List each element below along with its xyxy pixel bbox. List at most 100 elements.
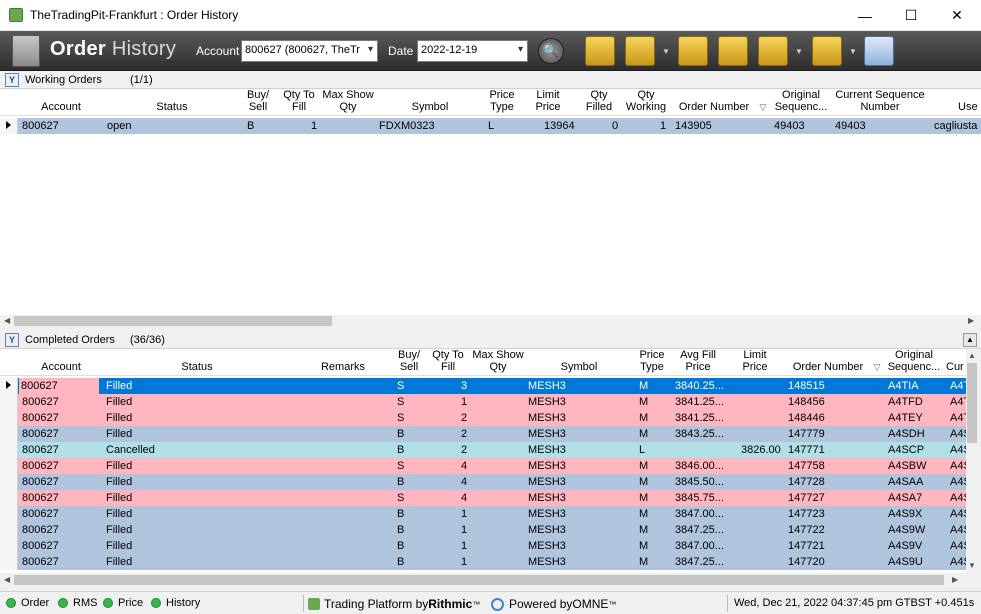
table-row[interactable]: 800627 Filled S 1 MESH3 M 3841.25... 148456 A4TF… <box>0 394 966 410</box>
row-selector[interactable] <box>0 410 18 426</box>
table-row[interactable]: 800627 Filled B 2 MESH3 M 3843.25... 147779 A4SD… <box>0 426 966 442</box>
table-row[interactable]: 800627 Filled S 4 MESH3 M 3846.00... 147758 A4SB… <box>0 458 966 474</box>
col-symbol[interactable]: Symbol <box>545 361 613 373</box>
chevron-down-icon[interactable]: ▼ <box>849 47 857 56</box>
scroll-down-icon[interactable]: ▼ <box>968 561 976 570</box>
filter-icon[interactable]: Y <box>5 333 19 347</box>
cell-qty: 2 <box>461 444 468 456</box>
row-selector[interactable] <box>0 442 18 458</box>
scrollbar-thumb[interactable] <box>14 316 332 326</box>
col-qty-to-fill[interactable]: Qty To Fill <box>428 349 468 373</box>
col-cur[interactable]: Cur <box>946 361 966 373</box>
completed-grid-header: Account Status Remarks Buy/ Sell Qty To … <box>0 349 966 376</box>
table-row[interactable]: 800627 Filled B 1 MESH3 M 3847.00... 147721 A4S9… <box>0 538 966 554</box>
scrollbar-thumb[interactable] <box>14 575 944 585</box>
col-order-number[interactable]: Order Number <box>790 361 866 373</box>
col-price-type[interactable]: Price Type <box>483 89 521 113</box>
row-selector[interactable] <box>0 394 18 410</box>
book-icon[interactable] <box>864 36 894 66</box>
table-row[interactable]: 800627 Cancelled B 2 MESH3 L 3826.00 147771 A4SC… <box>0 442 966 458</box>
col-original-sequence[interactable]: Original Sequenc... <box>773 89 829 113</box>
scroll-right-icon[interactable]: ▶ <box>952 575 958 584</box>
cell-qty: 1 <box>461 396 468 408</box>
row-selector[interactable] <box>0 538 18 554</box>
chevron-down-icon[interactable]: ▼ <box>795 47 803 56</box>
date-select[interactable]: 2022-12-19 ▾ <box>417 40 528 62</box>
completed-orders-grid: Account Status Remarks Buy/ Sell Qty To … <box>0 349 966 573</box>
scroll-right-icon[interactable]: ▶ <box>968 316 974 325</box>
scrollbar-thumb[interactable] <box>967 363 977 443</box>
table-row[interactable]: 800627 Filled S 4 MESH3 M 3845.75... 147727 A4SA… <box>0 490 966 506</box>
col-remarks[interactable]: Remarks <box>305 361 381 373</box>
scroll-left-icon[interactable]: ◀ <box>4 316 10 325</box>
col-max-show-qty[interactable]: Max Show Qty <box>322 89 374 113</box>
cell-buy-sell: S <box>397 460 405 472</box>
cell-qty: 2 <box>461 412 468 424</box>
table-row[interactable]: 800627 Filled B 1 MESH3 M 3847.25... 147720 A4S9… <box>0 554 966 570</box>
col-qty-filled[interactable]: Qty Filled <box>580 89 618 113</box>
cell-symbol: MESH3 <box>528 412 566 424</box>
cell-user: cagliusta <box>934 120 978 132</box>
chevron-down-icon[interactable]: ▼ <box>662 47 670 56</box>
col-account[interactable]: Account <box>22 361 100 373</box>
col-price-type[interactable]: Price Type <box>633 349 671 373</box>
folder-icon[interactable] <box>718 36 748 66</box>
money-gears-icon[interactable] <box>678 36 708 66</box>
close-button[interactable]: ✕ <box>934 0 980 31</box>
col-order-number[interactable]: Order Number <box>676 101 752 113</box>
scroll-left-icon[interactable]: ◀ <box>4 575 10 584</box>
row-selector[interactable] <box>0 458 18 474</box>
completed-horizontal-scrollbar[interactable]: ◀ ▶ <box>0 574 966 586</box>
col-avg-fill-price[interactable]: Avg Fill Price <box>672 349 724 373</box>
order-history-logo-icon <box>12 35 40 67</box>
col-original-sequence[interactable]: Original Sequenc... <box>886 349 942 373</box>
search-button[interactable]: 🔍 <box>538 38 564 64</box>
account-select[interactable]: 800627 (800627, TheTr ▾ <box>241 40 378 62</box>
col-limit-price[interactable]: Limit Price <box>528 89 568 113</box>
row-selector[interactable] <box>0 490 18 506</box>
col-qty-working[interactable]: Qty Working <box>620 89 672 113</box>
working-horizontal-scrollbar[interactable]: ◀ ▶ <box>0 315 981 327</box>
col-account[interactable]: Account <box>22 101 100 113</box>
cell-cur: A4T <box>950 396 966 408</box>
col-buy-sell[interactable]: Buy/ Sell <box>240 89 276 113</box>
col-symbol[interactable]: Symbol <box>395 101 465 113</box>
completed-vertical-scrollbar[interactable]: ▲ ▼ <box>966 349 978 573</box>
col-user[interactable]: Use <box>958 101 981 113</box>
cell-order-number: 147758 <box>788 460 825 472</box>
row-selector[interactable] <box>0 378 18 394</box>
row-selector[interactable] <box>0 474 18 490</box>
row-selector[interactable] <box>0 522 18 538</box>
col-status[interactable]: Status <box>130 101 214 113</box>
col-max-show-qty[interactable]: Max Show Qty <box>472 349 524 373</box>
maximize-button[interactable]: ☐ <box>888 0 934 31</box>
text-t-icon[interactable] <box>758 36 788 66</box>
table-row[interactable]: 800627 Filled B 1 MESH3 M 3847.25... 147722 A4S9… <box>0 522 966 538</box>
col-buy-sell[interactable]: Buy/ Sell <box>390 349 428 373</box>
row-selector[interactable] <box>0 118 18 134</box>
table-row[interactable]: 800627 Filled S 3 MESH3 M 3840.25... 148515 A4TI… <box>0 378 966 394</box>
col-qty-to-fill[interactable]: Qty To Fill <box>278 89 320 113</box>
table-row[interactable]: 800627 Filled S 2 MESH3 M 3841.25... 148446 A4TE… <box>0 410 966 426</box>
table-row[interactable]: 800627 Filled B 4 MESH3 M 3845.50... 147728 A4SA… <box>0 474 966 490</box>
order-add-icon[interactable] <box>585 36 615 66</box>
clipboard-a-icon[interactable] <box>812 36 842 66</box>
cell-qty: 1 <box>461 508 468 520</box>
col-current-sequence[interactable]: Current Sequence Number <box>830 89 930 113</box>
table-row[interactable]: 800627 Filled B 1 MESH3 M 3847.00... 147723 A4S9… <box>0 506 966 522</box>
minimize-button[interactable]: — <box>842 0 888 31</box>
cell-account: 800627 <box>19 378 99 394</box>
collapse-up-icon[interactable]: ▲ <box>963 333 977 347</box>
cell-price-type: M <box>639 492 649 504</box>
col-status[interactable]: Status <box>150 361 244 373</box>
row-selector[interactable] <box>0 554 18 570</box>
table-row[interactable]: 800627 open B 1 FDXM0323 L 13964 0 1 143… <box>0 118 981 134</box>
filter-icon[interactable]: Y <box>5 73 19 87</box>
col-limit-price[interactable]: Limit Price <box>734 349 776 373</box>
cell-account: 800627 <box>22 476 59 488</box>
row-selector[interactable] <box>0 426 18 442</box>
cell-symbol: MESH3 <box>528 508 566 520</box>
scroll-up-icon[interactable]: ▲ <box>968 351 976 360</box>
gear-settings-icon[interactable] <box>625 36 655 66</box>
row-selector[interactable] <box>0 506 18 522</box>
